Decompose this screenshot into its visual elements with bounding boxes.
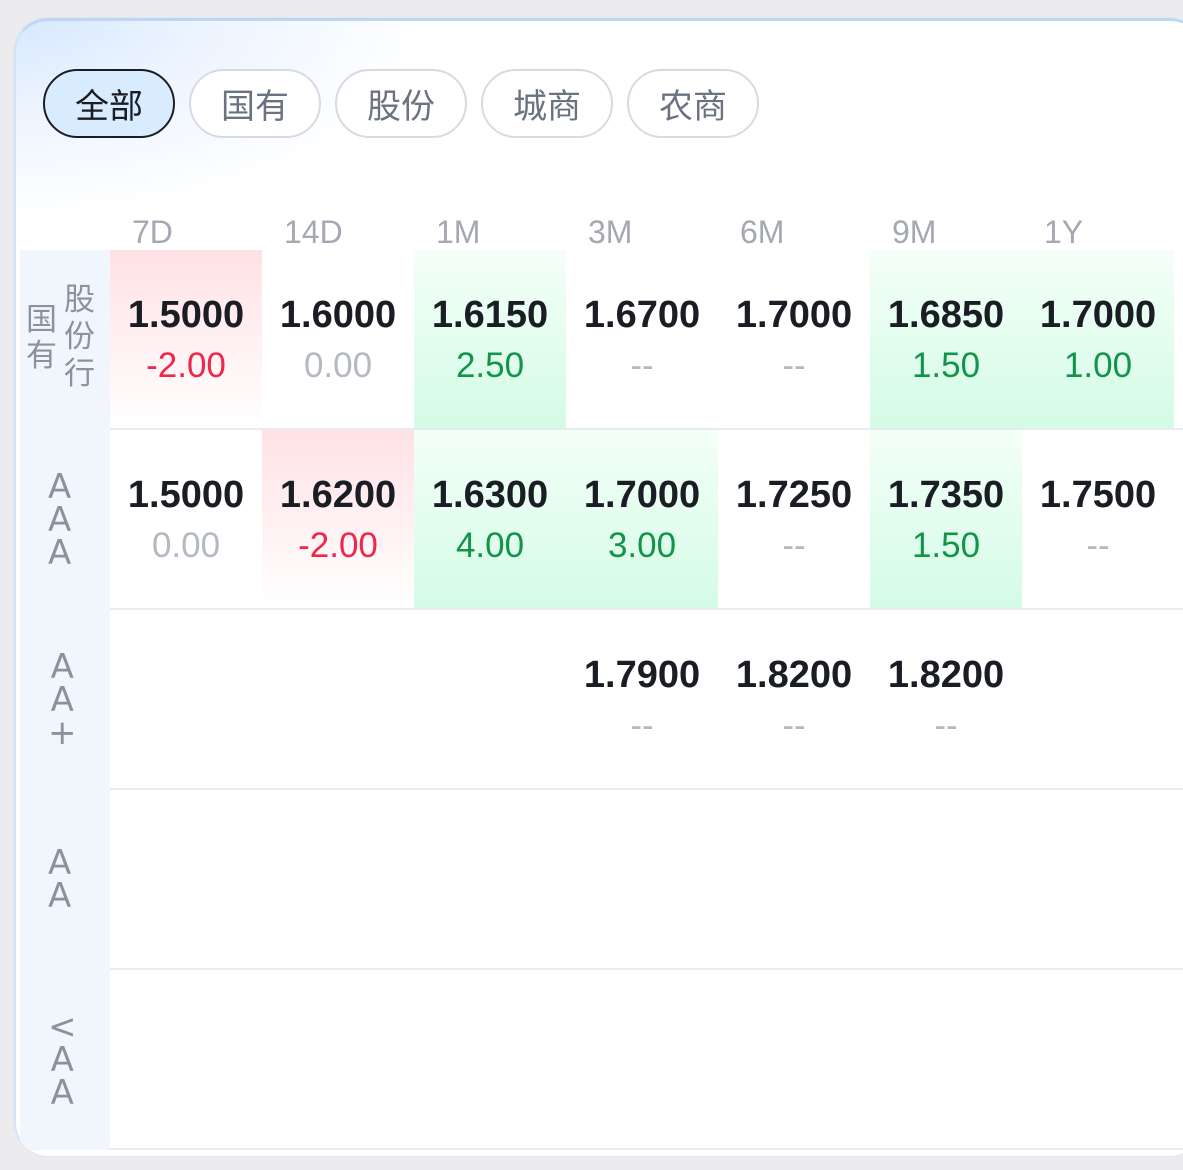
row-state-owned-joint-stock: 国有股份行 1.5000 -2.00 1.6000 0.00 1.6150 2.50 1.67… [20,250,1183,430]
row-label-text: AAA [48,467,72,573]
rate-cell[interactable]: 1.7500 -- [1022,430,1174,608]
row-label-text: 股份行 [64,282,95,392]
rate-change: -- [782,346,806,385]
tenor-3m[interactable]: 3M [588,214,740,251]
rate-value: 1.8200 [887,654,1005,696]
rate-cell [414,610,566,788]
bank-type-filter: 全部 国有 股份 城商 农商 [43,69,759,138]
rate-value: 1.6850 [887,294,1005,336]
tenor-14d[interactable]: 14D [284,214,436,251]
rate-value: 1.7500 [1039,474,1157,516]
row-aaa: A A A 1.5000 0.00 1.6200 -2.00 1.6300 4.00 1.7000… [20,430,1183,610]
rate-value: 1.7000 [1039,294,1157,336]
filter-chip-all[interactable]: 全部 [43,69,175,138]
rate-value: 1.6300 [431,474,549,516]
rate-cell[interactable]: 1.6300 4.00 [414,430,566,608]
rate-change: -- [782,706,806,745]
rate-matrix-card: 全部 国有 股份 城商 农商 7D 14D 1M 3M 6M 9M 1Y 国有股… [14,18,1183,1156]
rate-change: -- [630,346,654,385]
rate-value: 1.5000 [127,474,245,516]
rate-change: 0.00 [151,526,221,565]
rate-cell [110,610,262,788]
rate-value: 1.7000 [735,294,853,336]
rate-value: 1.8200 [735,654,853,696]
rate-cell[interactable]: 1.7000 1.00 [1022,250,1174,428]
rate-change: -- [1086,526,1110,565]
row-label: < A A [20,970,110,1150]
row-aa-plus: A A + 1.7900 -- 1.8200 -- 1.8200 -- [20,610,1183,790]
tenor-7d[interactable]: 7D [132,214,284,251]
row-label-text: A A + [48,647,77,753]
row-label-text: 国有 [26,302,57,374]
row-label: AA [20,790,110,970]
rate-value: 1.5000 [127,294,245,336]
rate-change: 1.00 [1063,346,1133,385]
rate-cell [1022,610,1174,788]
rate-change: 0.00 [303,346,373,385]
row-aa: AA [20,790,1183,970]
rate-change: 1.50 [911,526,981,565]
rate-change: -- [934,706,958,745]
row-label: 国有股份行 [20,250,110,430]
rate-change: 2.50 [455,346,525,385]
rate-value: 1.6150 [431,294,549,336]
rate-change: 3.00 [607,526,677,565]
row-label: A A + [20,610,110,790]
filter-chip-city-commercial[interactable]: 城商 [481,69,613,138]
rate-cell[interactable]: 1.6150 2.50 [414,250,566,428]
rate-value: 1.7350 [887,474,1005,516]
rate-cell[interactable]: 1.7250 -- [718,430,870,608]
rate-cell[interactable]: 1.8200 -- [718,610,870,788]
rate-cell[interactable]: 1.6700 -- [566,250,718,428]
rate-value: 1.7250 [735,474,853,516]
rate-cell[interactable]: 1.8200 -- [870,610,1022,788]
rate-value: 1.6000 [279,294,397,336]
rate-cell[interactable]: 1.6000 0.00 [262,250,414,428]
row-below-aa: < A A [20,970,1183,1150]
rate-value: 1.6700 [583,294,701,336]
rate-cell[interactable]: 1.5000 -2.00 [110,250,262,428]
rate-change: 4.00 [455,526,525,565]
filter-chip-state-owned[interactable]: 国有 [189,69,321,138]
rate-change: 1.50 [911,346,981,385]
rate-change: -2.00 [298,526,378,565]
rate-change: -- [782,526,806,565]
rate-value: 1.7900 [583,654,701,696]
filter-chip-rural-commercial[interactable]: 农商 [627,69,759,138]
rate-change: -2.00 [146,346,226,385]
tenor-1y[interactable]: 1Y [1044,214,1183,251]
rate-cell[interactable]: 1.5000 0.00 [110,430,262,608]
rate-cell[interactable]: 1.7000 -- [718,250,870,428]
row-label-text: AA [48,843,72,916]
rate-cell[interactable]: 1.7350 1.50 [870,430,1022,608]
rate-cell[interactable]: 1.6200 -2.00 [262,430,414,608]
row-label: AAA [20,430,110,610]
rate-cell[interactable]: 1.7000 3.00 [566,430,718,608]
rate-value: 1.6200 [279,474,397,516]
rate-cell [262,610,414,788]
tenor-9m[interactable]: 9M [892,214,1044,251]
rate-change: -- [630,706,654,745]
rate-value: 1.7000 [583,474,701,516]
tenor-1m[interactable]: 1M [436,214,588,251]
rate-cell[interactable]: 1.7900 -- [566,610,718,788]
tenor-6m[interactable]: 6M [740,214,892,251]
row-label-text: < A A [48,1007,77,1113]
rate-cell[interactable]: 1.6850 1.50 [870,250,1022,428]
filter-chip-joint-stock[interactable]: 股份 [335,69,467,138]
